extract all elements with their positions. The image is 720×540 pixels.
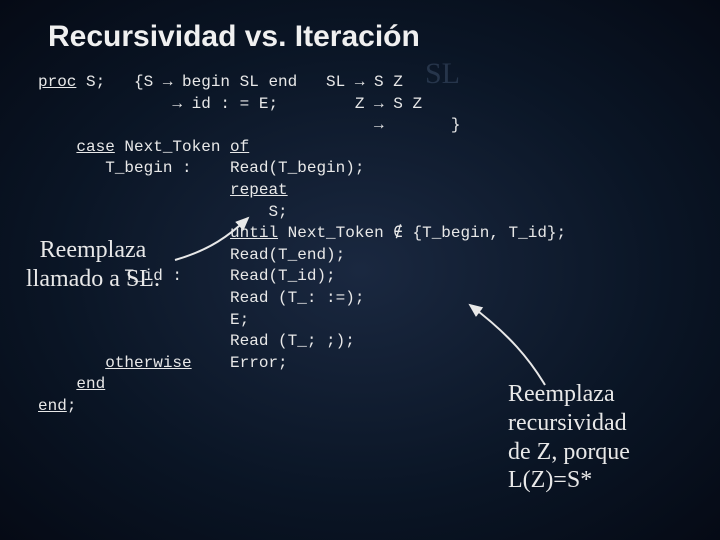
until-keyword: until	[230, 224, 278, 242]
code-line: repeat	[0, 180, 720, 202]
code-text: S; {S → begin SL end SL → S Z	[76, 73, 402, 91]
code-text: ;	[67, 397, 77, 415]
code-pad	[38, 181, 230, 199]
proc-keyword: proc	[38, 73, 76, 91]
code-line: T_begin : Read(T_begin);	[0, 158, 720, 180]
code-line: Read (T_; ;);	[0, 331, 720, 353]
code-line: → id : = E; Z → S Z	[0, 94, 720, 116]
annotation-left: Reemplaza llamado a SL.	[26, 236, 160, 294]
code-pad	[38, 375, 76, 393]
code-pad	[38, 354, 105, 372]
annotation-text: recursividad	[508, 409, 630, 438]
code-line: S;	[0, 202, 720, 224]
of-keyword: of	[230, 138, 249, 156]
code-text: Error;	[192, 354, 288, 372]
annotation-text: llamado a SL.	[26, 265, 160, 294]
annotation-text: Reemplaza	[508, 380, 630, 409]
code-line: case Next_Token of	[0, 137, 720, 159]
annotation-right: Reemplaza recursividad de Z, porque L(Z)…	[508, 380, 630, 495]
end-keyword: end	[38, 397, 67, 415]
code-line: → }	[0, 115, 720, 137]
slide-title: Recursividad vs. Iteración	[0, 0, 720, 54]
annotation-text: Reemplaza	[26, 236, 160, 265]
case-keyword: case	[76, 138, 114, 156]
code-text: Next_Token	[115, 138, 230, 156]
code-line: proc S; {S → begin SL end SL → S Z	[0, 72, 720, 94]
code-text: Next_Token ∉ {T_begin, T_id};	[278, 224, 566, 242]
otherwise-keyword: otherwise	[105, 354, 191, 372]
end-keyword: end	[76, 375, 105, 393]
annotation-text: L(Z)=S*	[508, 466, 630, 495]
code-line: E;	[0, 310, 720, 332]
code-line: otherwise Error;	[0, 353, 720, 375]
annotation-text: de Z, porque	[508, 438, 630, 467]
repeat-keyword: repeat	[230, 181, 288, 199]
